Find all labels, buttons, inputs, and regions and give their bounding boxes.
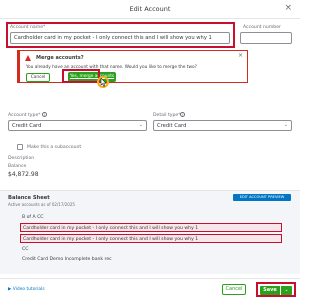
account-number-input[interactable] <box>240 32 292 44</box>
balance-value: $4,872.98 <box>8 171 39 178</box>
balance-sheet-subtitle: Active accounts as of 02/17/2025 <box>8 202 75 207</box>
detail-type-label: Detail type* <box>153 113 181 118</box>
dialog-footer: ▶ Video tutorials Cancel Save ⌄ <box>0 278 300 300</box>
list-item: B of A CC <box>22 215 44 220</box>
dialog-header: Edit Account × <box>0 0 300 19</box>
detail-type-value: Credit Card <box>157 122 187 129</box>
detail-type-select[interactable]: Credit Card ⌄ <box>153 120 292 131</box>
video-icon: ▶ <box>8 287 12 292</box>
account-type-value: Credit Card <box>12 122 42 129</box>
chevron-down-icon: ⌄ <box>138 122 143 128</box>
info-icon: i <box>42 112 47 117</box>
balance-label: Balance <box>8 164 27 169</box>
account-number-label: Account number <box>243 25 281 30</box>
cursor-icon <box>100 78 107 87</box>
description-label: Description <box>8 156 35 161</box>
account-type-label: Account type* <box>8 113 41 118</box>
chevron-down-icon: ⌄ <box>283 122 288 128</box>
account-name-input[interactable]: Cardholder card in my pocket - I only co… <box>10 32 230 44</box>
save-button-highlight: Save ⌄ <box>256 282 296 297</box>
balance-sheet-panel: Balance Sheet Active accounts as of 02/1… <box>0 190 300 274</box>
dialog-title: Edit Account <box>129 5 171 13</box>
list-item-duplicate: Cardholder card in my pocket - I only co… <box>20 223 282 232</box>
merge-accounts-banner: Merge accounts? × You already have an ac… <box>17 50 248 83</box>
merge-banner-title: Merge accounts? <box>36 55 84 61</box>
account-type-select[interactable]: Credit Card ⌄ <box>8 120 147 131</box>
close-icon[interactable]: × <box>284 3 292 13</box>
list-item-duplicate: Cardholder card in my pocket - I only co… <box>20 234 282 243</box>
account-name-label: Account name* <box>10 25 46 30</box>
warning-icon <box>25 55 31 61</box>
list-item: Credit Card Demo Incomplete bank rec <box>22 257 112 262</box>
merge-button-highlight <box>62 69 100 83</box>
info-icon: i <box>180 112 185 117</box>
subaccount-checkbox[interactable] <box>17 144 23 150</box>
save-button[interactable]: Save <box>260 286 280 295</box>
subaccount-label: Make this a subaccount <box>27 145 82 150</box>
close-icon[interactable]: × <box>238 52 243 59</box>
chevron-down-icon[interactable]: ⌄ <box>281 286 292 295</box>
cancel-button[interactable]: Cancel <box>222 284 246 295</box>
merge-cancel-button[interactable]: Cancel <box>26 73 50 82</box>
video-tutorials-label: Video tutorials <box>12 287 45 292</box>
video-tutorials-link[interactable]: ▶ Video tutorials <box>8 287 45 292</box>
balance-sheet-title: Balance Sheet <box>8 195 50 201</box>
edit-account-preview-button[interactable]: EDIT ACCOUNT PREVIEW <box>233 194 291 201</box>
list-item: CC <box>22 247 29 252</box>
merge-banner-message: You already have an account with that na… <box>26 65 197 70</box>
